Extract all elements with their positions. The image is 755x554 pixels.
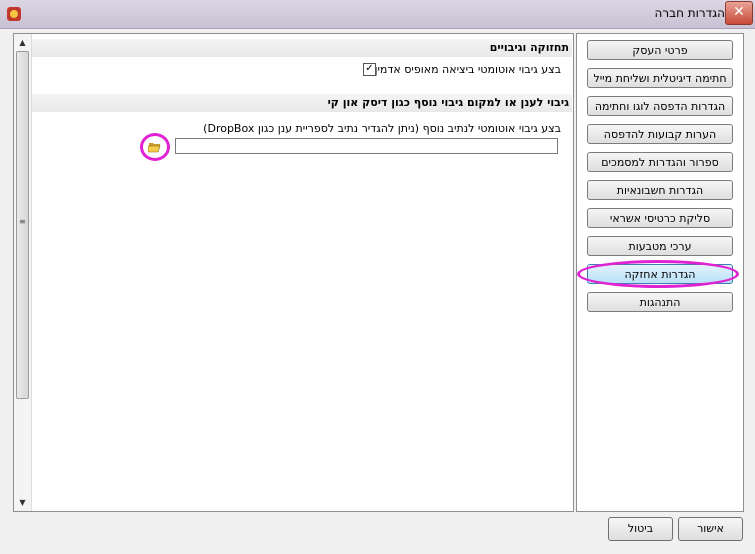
- maintenance-section-title: תחזוקה וגיבויים: [489, 41, 569, 54]
- grip-icon: ≡: [19, 217, 26, 226]
- nav-fixed-print-notes[interactable]: הערות קבועות להדפסה: [587, 124, 733, 144]
- auto-backup-checkbox[interactable]: ✓: [363, 63, 376, 76]
- nav-credit-card-clearing[interactable]: סליקת כרטיסי אשראי: [587, 208, 733, 228]
- cloud-backup-section-title: גיבוי לענן או למקום גיבוי נוסף כגון דיסק…: [327, 96, 569, 109]
- settings-content-panel: ▲ ≡ ▼ תחזוקה וגיבויים בצע גיבוי אוטומטי …: [13, 33, 574, 512]
- settings-nav-panel: פרטי העסק חתימה דיגיטלית ושליחת מייל הגד…: [576, 33, 744, 512]
- browse-folder-button[interactable]: [140, 133, 170, 161]
- backup-path-input[interactable]: [175, 138, 558, 154]
- close-button[interactable]: ✕: [725, 1, 753, 25]
- scroll-down-icon[interactable]: ▼: [14, 494, 31, 511]
- nav-business-details[interactable]: פרטי העסק: [587, 40, 733, 60]
- title-bar: הגדרות חברה ✕: [0, 0, 755, 29]
- window-title: הגדרות חברה: [654, 6, 725, 20]
- ok-button[interactable]: אישור: [678, 517, 743, 541]
- extra-path-label: בצע גיבוי אוטומטי לנתיב נוסף (ניתן להגדי…: [203, 122, 561, 135]
- cancel-button[interactable]: ביטול: [608, 517, 673, 541]
- nav-document-numbering[interactable]: ספרור והגדרות למסמכים: [587, 152, 733, 172]
- cloud-backup-section-header: גיבוי לענן או למקום גיבוי נוסף כגון דיסק…: [32, 94, 572, 112]
- nav-print-logo-signature[interactable]: הגדרות הדפסה לוגו וחתימה: [587, 96, 733, 116]
- scroll-up-icon[interactable]: ▲: [14, 34, 31, 51]
- nav-maintenance-settings[interactable]: הגדרות אחזקה: [587, 264, 733, 284]
- nav-accounting-settings[interactable]: הגדרות חשבונאיות: [587, 180, 733, 200]
- nav-behavior[interactable]: התנהגות: [587, 292, 733, 312]
- check-icon: ✓: [365, 63, 374, 74]
- app-icon: [6, 6, 22, 22]
- close-icon: ✕: [733, 4, 745, 20]
- vertical-scrollbar[interactable]: ▲ ≡ ▼: [14, 34, 32, 511]
- auto-backup-label: בצע גיבוי אוטומטי ביציאה מאופיס אדמין: [374, 63, 561, 76]
- maintenance-section-header: תחזוקה וגיבויים: [32, 39, 572, 57]
- scroll-thumb[interactable]: ≡: [16, 51, 29, 399]
- nav-digital-signature-email[interactable]: חתימה דיגיטלית ושליחת מייל: [587, 68, 733, 88]
- open-folder-icon: [148, 143, 161, 153]
- nav-currency-values[interactable]: ערכי מטבעות: [587, 236, 733, 256]
